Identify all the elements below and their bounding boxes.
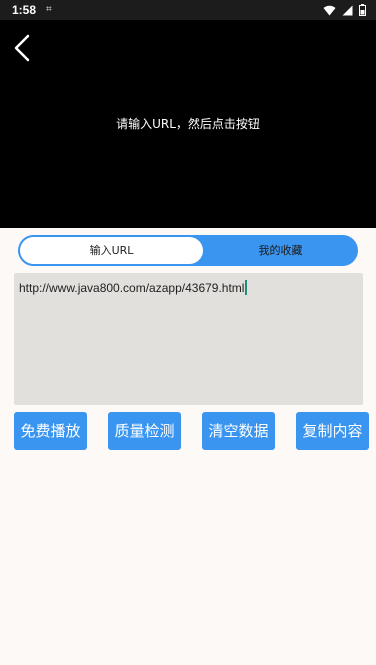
tab-input-url[interactable]: 输入URL xyxy=(20,237,203,264)
video-hint-text: 请输入URL，然后点击按钮 xyxy=(116,117,260,131)
sim-card-icon: ⌗ xyxy=(46,4,52,15)
tab-favorites[interactable]: 我的收藏 xyxy=(205,237,356,264)
video-player[interactable]: 请输入URL，然后点击按钮 xyxy=(0,20,376,228)
wifi-icon xyxy=(323,5,336,15)
status-time: 1:58 xyxy=(12,3,37,17)
url-input[interactable]: http://www.java800.com/azapp/43679.html xyxy=(14,273,363,405)
chevron-left-icon[interactable] xyxy=(8,32,36,64)
copy-content-button[interactable]: 复制内容 xyxy=(296,412,369,450)
url-input-value: http://www.java800.com/azapp/43679.html xyxy=(19,281,245,295)
text-cursor xyxy=(245,280,248,295)
clear-data-button[interactable]: 清空数据 xyxy=(202,412,275,450)
tab-bar: 输入URL 我的收藏 xyxy=(18,235,358,266)
free-play-button[interactable]: 免费播放 xyxy=(14,412,87,450)
signal-icon xyxy=(342,5,353,15)
quality-check-button[interactable]: 质量检测 xyxy=(108,412,181,450)
status-bar: 1:58 ⌗ xyxy=(0,0,376,20)
battery-icon xyxy=(359,4,366,16)
status-icons xyxy=(323,2,366,18)
